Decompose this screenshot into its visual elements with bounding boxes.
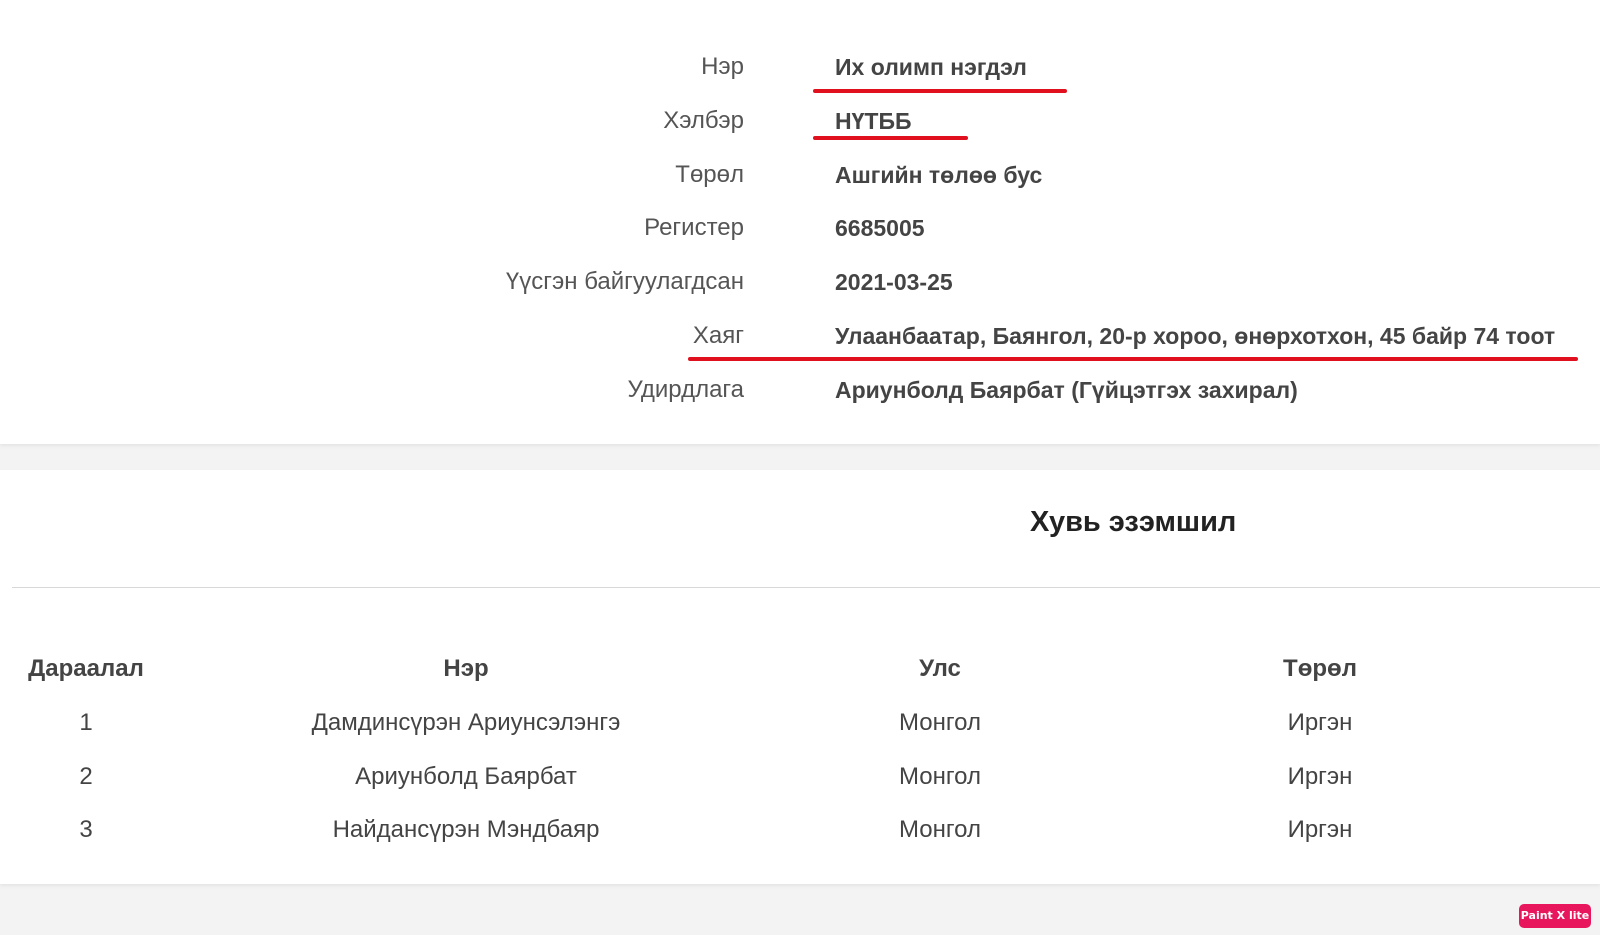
info-label-management: Удирдлага bbox=[627, 376, 744, 403]
table-cell-country: Монгол bbox=[899, 763, 981, 790]
organization-info-card: Нэр Их олимп нэгдэл Хэлбэр НҮТББ Төрөл А… bbox=[0, 0, 1600, 444]
ownership-card: Хувь эзэмшил Дараалал Нэр Улс Төрөл 1 Да… bbox=[0, 470, 1600, 884]
annotation-underline-address bbox=[688, 357, 1578, 361]
info-value-address: Улаанбаатар, Баянгол, 20-р хороо, өнөрхо… bbox=[835, 323, 1556, 349]
info-label-type: Төрөл bbox=[675, 161, 744, 188]
info-value-form: НҮТББ bbox=[835, 108, 912, 134]
info-label-register: Регистер bbox=[644, 214, 744, 241]
table-cell-order: 2 bbox=[79, 763, 93, 790]
info-label-form: Хэлбэр bbox=[663, 107, 744, 134]
annotation-underline-name bbox=[813, 89, 1067, 93]
info-row-register: Регистер 6685005 bbox=[0, 208, 1600, 248]
info-row-form: Хэлбэр НҮТББ bbox=[0, 101, 1600, 141]
info-value-founded: 2021-03-25 bbox=[835, 269, 953, 295]
table-cell-type: Иргэн bbox=[1287, 709, 1353, 736]
ownership-divider bbox=[12, 587, 1600, 588]
ownership-title: Хувь эзэмшил bbox=[1030, 506, 1237, 538]
column-header-name: Нэр bbox=[443, 655, 489, 682]
info-value-register: 6685005 bbox=[835, 215, 925, 241]
table-cell-type: Иргэн bbox=[1287, 816, 1353, 843]
info-value-type: Ашгийн төлөө бус bbox=[835, 162, 1043, 188]
table-cell-order: 1 bbox=[79, 709, 93, 736]
info-label-address: Хаяг bbox=[692, 322, 744, 349]
info-row-address: Хаяг Улаанбаатар, Баянгол, 20-р хороо, ө… bbox=[0, 316, 1600, 356]
info-row-name: Нэр Их олимп нэгдэл bbox=[0, 47, 1600, 87]
info-value-management: Ариунболд Баярбат (Гүйцэтгэх захирал) bbox=[835, 377, 1298, 403]
table-cell-country: Монгол bbox=[899, 709, 981, 736]
table-cell-type: Иргэн bbox=[1287, 763, 1353, 790]
table-cell-name: Найдансүрэн Мэндбаяр bbox=[332, 816, 600, 843]
column-header-country: Улс bbox=[919, 655, 961, 682]
info-row-type: Төрөл Ашгийн төлөө бус bbox=[0, 155, 1600, 195]
info-label-name: Нэр bbox=[701, 53, 744, 80]
column-header-order: Дараалал bbox=[28, 655, 144, 682]
info-label-founded: Үүсгэн байгуулагдсан bbox=[505, 268, 744, 295]
paint-x-lite-watermark: Paint X lite bbox=[1519, 904, 1591, 928]
table-cell-country: Монгол bbox=[899, 816, 981, 843]
table-cell-order: 3 bbox=[79, 816, 93, 843]
table-cell-name: Дамдинсүрэн Ариунсэлэнгэ bbox=[311, 709, 621, 736]
annotation-underline-form bbox=[813, 136, 968, 140]
info-row-management: Удирдлага Ариунболд Баярбат (Гүйцэтгэх з… bbox=[0, 370, 1600, 410]
column-header-type: Төрөл bbox=[1283, 655, 1357, 682]
info-value-name: Их олимп нэгдэл bbox=[835, 54, 1027, 80]
info-row-founded: Үүсгэн байгуулагдсан 2021-03-25 bbox=[0, 262, 1600, 302]
table-cell-name: Ариунболд Баярбат bbox=[355, 763, 577, 790]
